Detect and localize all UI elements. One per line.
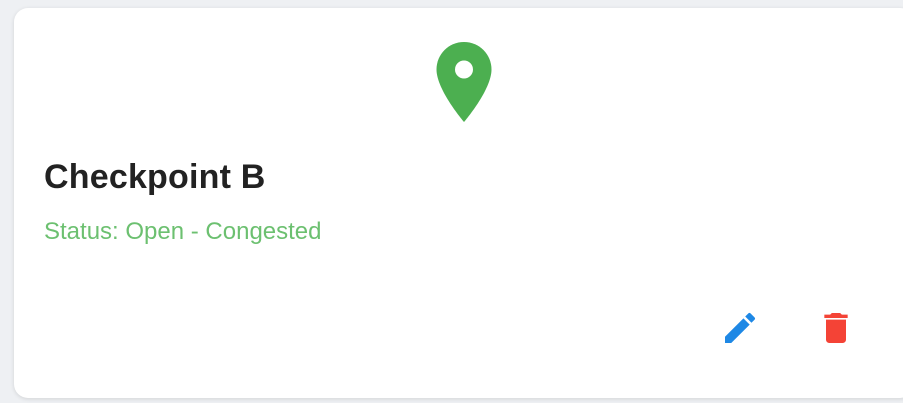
checkpoint-status: Status: Open - Congested — [44, 218, 322, 245]
checkpoint-card: Checkpoint B Status: Open - Congested — [14, 8, 903, 398]
edit-button[interactable] — [718, 306, 762, 350]
card-actions — [714, 306, 874, 350]
location-pin-icon — [434, 42, 494, 122]
checkpoint-title: Checkpoint B — [44, 158, 266, 196]
trash-icon — [816, 308, 856, 348]
delete-button[interactable] — [814, 306, 858, 350]
pencil-icon — [720, 308, 760, 348]
